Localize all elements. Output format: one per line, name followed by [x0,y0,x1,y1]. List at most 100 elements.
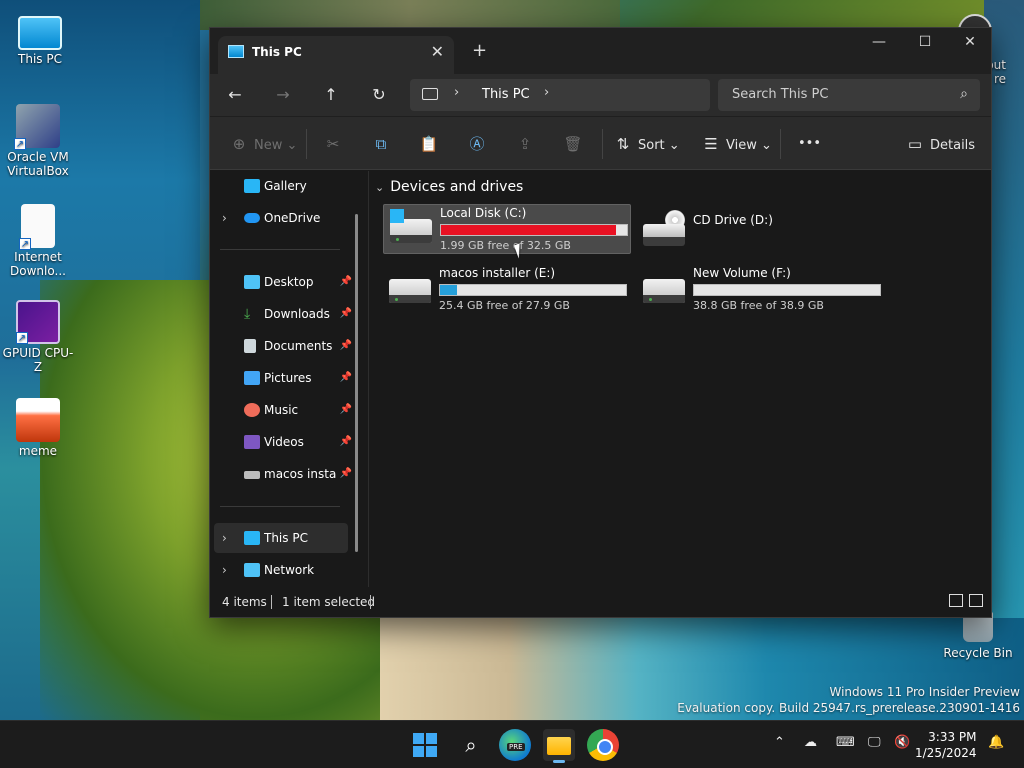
watermark-line1: Windows 11 Pro Insider Preview [829,685,1020,699]
chrome-browser-icon[interactable] [587,729,619,761]
pin-icon[interactable]: 📌 [340,331,352,361]
search-input[interactable]: Search This PC ⌕ [718,79,980,111]
desktop-icon-virtualbox[interactable]: ↗ Oracle VM VirtualBox [0,104,76,178]
title-bar: This PC ✕ + — ☐ ✕ [210,28,991,74]
drive-usage-fill [440,285,457,295]
tab-this-pc[interactable]: This PC ✕ [218,36,454,74]
chevron-right-icon[interactable]: › [222,203,227,233]
shortcut-arrow-icon: ↗ [14,138,26,150]
sidebar-item-videos[interactable]: Videos 📌 [214,427,352,457]
chevron-right-icon[interactable]: › [454,85,459,100]
drive-free-space: 1.99 GB free of 32.5 GB [440,239,571,252]
details-button[interactable]: ▭ Details [906,133,975,155]
notification-bell-icon[interactable]: 🔔 [988,735,1004,750]
new-button[interactable]: ⊕ New ⌄ [230,133,298,155]
desktop-icon [244,275,260,289]
sort-button[interactable]: ⇅ Sort ⌄ [614,133,680,155]
sidebar-item-documents[interactable]: Documents 📌 [214,331,352,361]
keyboard-icon[interactable]: ⌨ [836,735,855,750]
group-header[interactable]: ⌄ Devices and drives [375,179,523,195]
edge-pre-badge: PRE [507,743,525,751]
pin-icon[interactable]: 📌 [340,427,352,457]
cut-icon[interactable]: ✂ [322,133,344,155]
onedrive-icon[interactable]: ☁ [804,735,817,750]
new-tab-button[interactable]: + [472,40,487,61]
share-icon[interactable]: ⇪ [514,133,536,155]
divider [780,129,781,159]
desktop-icon-internet-download[interactable]: ↗ Internet Downlo... [0,204,76,278]
network-icon[interactable]: 🖵 [868,735,881,750]
rename-icon[interactable]: Ⓐ [466,133,488,155]
details-label: Details [930,138,976,153]
large-icons-view-icon[interactable] [969,594,983,607]
drive-item[interactable]: New Volume (F:) 38.8 GB free of 38.9 GB [637,265,885,315]
sidebar-item-music[interactable]: Music 📌 [214,395,352,425]
address-bar[interactable]: › This PC › [410,79,710,111]
clock-time: 3:33 PM [928,730,977,744]
file-explorer-window: This PC ✕ + — ☐ ✕ ← → ↑ ↻ › This PC › Se… [209,27,992,618]
more-options-button[interactable]: ••• [798,133,821,155]
search-icon: ⌕ [465,733,477,757]
cpu-chip-icon: ↗ [16,300,60,344]
pin-icon[interactable]: 📌 [340,299,352,329]
computer-icon [18,16,62,50]
start-button[interactable] [410,729,442,761]
divider [271,595,272,609]
pin-icon[interactable]: 📌 [340,459,352,489]
drive-name: macos installer (E:) [439,266,556,280]
drive-item[interactable]: CD Drive (D:) [637,204,885,254]
sidebar-scrollbar[interactable] [355,214,358,552]
close-tab-button[interactable]: ✕ [431,42,444,61]
refresh-button[interactable]: ↻ [364,82,394,108]
desktop-icon-cpuz[interactable]: ↗ GPUID CPU-Z [0,300,76,374]
close-window-button[interactable]: ✕ [947,28,993,58]
drive-usage-fill [441,225,616,235]
system-clock[interactable]: 3:33 PM 1/25/2024 [915,729,977,761]
chevron-up-icon[interactable]: ⌃ [774,735,785,750]
chevron-right-icon[interactable]: › [544,85,549,100]
divider [220,506,340,507]
sidebar-item-gallery[interactable]: Gallery [214,171,348,201]
sidebar-item-macos-installer[interactable]: macos installer 📌 [214,459,352,489]
volume-mute-icon[interactable]: 🔇 [894,735,910,750]
drive-free-space: 25.4 GB free of 27.9 GB [439,299,570,312]
music-icon [244,403,260,417]
forward-button[interactable]: → [268,82,298,108]
sidebar-item-desktop[interactable]: Desktop 📌 [214,267,352,297]
content-area: ⌄ Devices and drives Local Disk (C:) 1.99… [369,171,991,589]
delete-icon[interactable]: 🗑 [562,133,584,155]
drive-item[interactable]: Local Disk (C:) 1.99 GB free of 32.5 GB [383,204,631,254]
chevron-right-icon[interactable]: › [222,523,227,553]
command-bar: ⊕ New ⌄ ✂ ⧉ 📋 Ⓐ ⇪ 🗑 ⇅ Sort ⌄ ☰ View ⌄ ••• ▭… [210,116,991,170]
drive-item[interactable]: macos installer (E:) 25.4 GB free of 27.… [383,265,631,315]
copy-icon[interactable]: ⧉ [370,133,392,155]
download-icon: ⤓ [244,306,251,322]
details-view-icon[interactable] [949,594,963,607]
pin-icon[interactable]: 📌 [340,267,352,297]
paste-icon[interactable]: 📋 [418,133,440,155]
desktop-icon-recycle-bin[interactable]: Recycle Bin [940,612,1016,660]
desktop-icon-this-pc[interactable]: This PC [2,10,78,66]
document-icon [244,339,256,353]
pin-icon[interactable]: 📌 [340,395,352,425]
sidebar-item-network[interactable]: › Network [214,555,348,585]
sidebar-item-onedrive[interactable]: › OneDrive [214,203,348,233]
computer-icon [228,45,244,58]
group-title: Devices and drives [390,179,524,195]
view-button[interactable]: ☰ View ⌄ [702,133,772,155]
sidebar-item-downloads[interactable]: ⤓ Downloads 📌 [214,299,352,329]
sidebar-item-pictures[interactable]: Pictures 📌 [214,363,352,393]
maximize-button[interactable]: ☐ [902,28,948,58]
minimize-button[interactable]: — [856,28,902,58]
search-button[interactable]: ⌕ [455,729,487,761]
desktop-icon-meme[interactable]: meme [0,398,76,458]
sidebar-item-label: Network [264,563,315,577]
sidebar-item-this-pc[interactable]: › This PC [214,523,348,553]
plus-circle-icon: ⊕ [232,135,246,153]
file-explorer-taskbar-button[interactable] [543,729,575,763]
up-button[interactable]: ↑ [316,82,346,108]
pin-icon[interactable]: 📌 [340,363,352,393]
breadcrumb[interactable]: This PC [482,87,530,102]
chevron-right-icon[interactable]: › [222,555,227,585]
back-button[interactable]: ← [220,82,250,108]
